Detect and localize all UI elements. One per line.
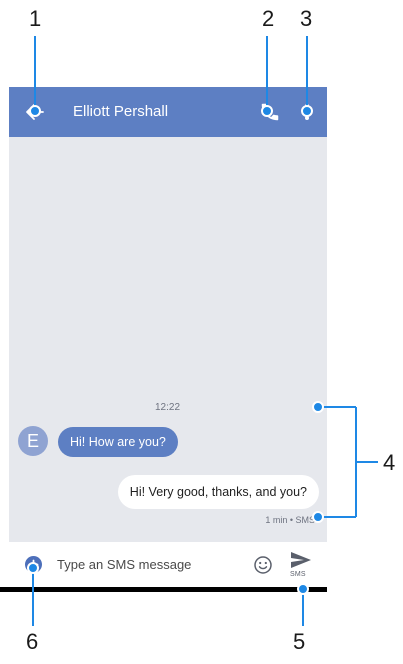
conversation-area[interactable]: 12:22 E Hi! How are you? Hi! Very good, … (9, 137, 327, 542)
messaging-screen: Elliott Pershall 12:22 E Hi! How are you… (9, 87, 327, 587)
outgoing-message-bubble[interactable]: Hi! Very good, thanks, and you? (117, 475, 319, 509)
message-input[interactable] (57, 554, 237, 574)
contact-name: Elliott Pershall (73, 103, 169, 120)
app-bar: Elliott Pershall (9, 87, 327, 137)
plus-glyph (28, 559, 39, 570)
callout-1: 1 (29, 6, 42, 31)
arrow-left-icon[interactable] (23, 100, 47, 124)
callout-3: 3 (300, 6, 313, 31)
message-status: 1 min • SMS (265, 515, 315, 525)
contact-avatar[interactable]: E (18, 426, 48, 456)
callout-4: 4 (383, 450, 396, 475)
composer-bar: SMS (9, 542, 327, 587)
callout-6: 6 (26, 629, 39, 654)
callout-5: 5 (293, 629, 306, 654)
send-sms-label: SMS (290, 571, 306, 578)
more-vert-icon[interactable] (299, 100, 315, 124)
plus-circle-icon[interactable] (25, 556, 42, 573)
navigation-bar (0, 587, 327, 592)
callout-2: 2 (262, 6, 275, 31)
incoming-message-bubble[interactable]: Hi! How are you? (58, 427, 178, 457)
help-illustration: 1 2 3 4 5 6 Elliott Pershall 12:22 E Hi!… (0, 0, 403, 664)
phone-icon[interactable] (259, 101, 281, 123)
smiley-icon[interactable] (253, 555, 273, 575)
message-timestamp: 12:22 (155, 402, 181, 413)
